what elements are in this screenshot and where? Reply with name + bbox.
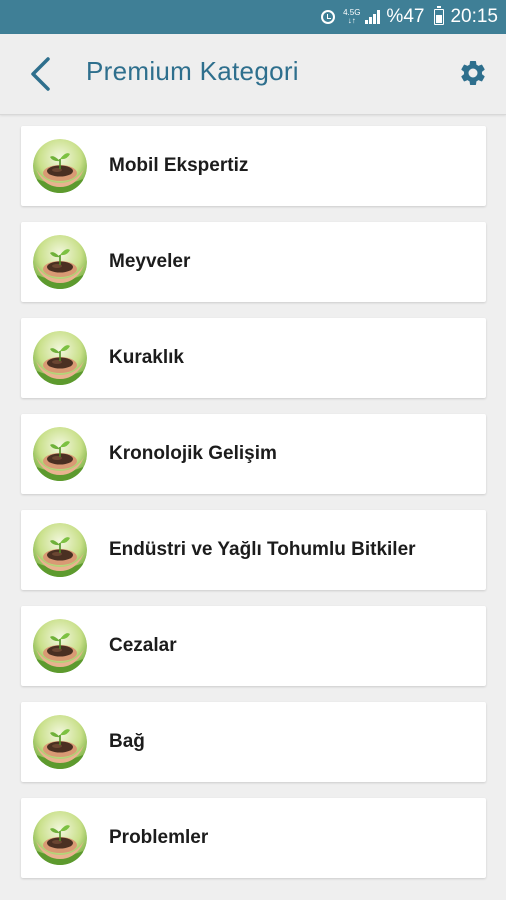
category-label: Meyveler bbox=[109, 251, 191, 272]
chevron-left-icon bbox=[31, 57, 50, 91]
category-item-3[interactable]: Kuraklık bbox=[21, 318, 486, 398]
category-label: Cezalar bbox=[109, 635, 177, 656]
category-label: Mobil Ekspertiz bbox=[109, 155, 249, 176]
battery-percent: %47 bbox=[386, 6, 425, 27]
plant-in-hands-icon bbox=[33, 619, 87, 673]
page-title: Premium Kategori bbox=[86, 56, 299, 86]
clock: 20:15 bbox=[450, 6, 498, 27]
settings-button[interactable] bbox=[456, 56, 490, 90]
signal-icon bbox=[364, 10, 381, 24]
category-label: Kronolojik Gelişim bbox=[109, 443, 277, 464]
gear-icon bbox=[461, 60, 485, 85]
plant-in-hands-icon bbox=[33, 139, 87, 193]
category-label: Problemler bbox=[109, 827, 209, 848]
plant-in-hands-icon bbox=[33, 523, 87, 577]
app-bar: Premium Kategori bbox=[0, 34, 506, 115]
category-item-6[interactable]: Cezalar bbox=[21, 606, 486, 686]
category-item-8[interactable]: Problemler bbox=[21, 798, 486, 878]
category-item-2[interactable]: Meyveler bbox=[21, 222, 486, 302]
back-button[interactable] bbox=[20, 52, 60, 96]
plant-in-hands-icon bbox=[33, 235, 87, 289]
plant-in-hands-icon bbox=[33, 331, 87, 385]
network-activity: ↓↑ bbox=[347, 16, 356, 25]
plant-in-hands-icon bbox=[33, 427, 87, 481]
plant-in-hands-icon bbox=[33, 811, 87, 865]
status-bar: 4.5G ↓↑ %47 20:15 bbox=[0, 0, 506, 34]
category-label: Bağ bbox=[109, 731, 145, 752]
category-item-7[interactable]: Bağ bbox=[21, 702, 486, 782]
category-item-4[interactable]: Kronolojik Gelişim bbox=[21, 414, 486, 494]
battery-icon bbox=[434, 6, 445, 25]
category-item-1[interactable]: Mobil Ekspertiz bbox=[21, 126, 486, 206]
plant-in-hands-icon bbox=[33, 715, 87, 769]
alarm-icon bbox=[321, 10, 336, 24]
category-label: Kuraklık bbox=[109, 347, 184, 368]
category-list: Mobil Ekspertiz Meyveler Kuraklık Kronol… bbox=[21, 126, 486, 894]
network-type: 4.5G ↓↑ bbox=[343, 9, 360, 25]
category-item-5[interactable]: Endüstri ve Yağlı Tohumlu Bitkiler bbox=[21, 510, 486, 590]
category-label: Endüstri ve Yağlı Tohumlu Bitkiler bbox=[109, 539, 416, 560]
